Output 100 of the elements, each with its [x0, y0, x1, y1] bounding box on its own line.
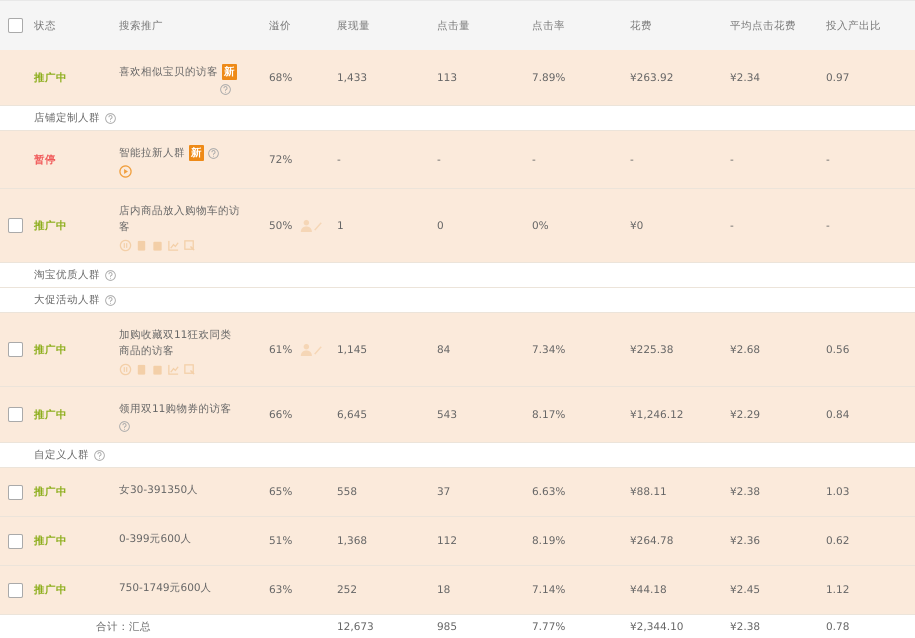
new-badge: 新	[189, 145, 204, 161]
metric-value: -	[437, 154, 441, 166]
person-edit-icon[interactable]	[298, 342, 324, 357]
metric-value: 0.56	[826, 344, 850, 356]
premium-value: 65%	[269, 486, 292, 498]
help-icon[interactable]	[94, 450, 105, 460]
metric-value: ¥2.29	[730, 408, 760, 420]
help-icon[interactable]	[119, 421, 130, 432]
column-header: 搜索推广	[118, 18, 164, 32]
total-value: 7.77%	[532, 620, 566, 632]
metric-value: ¥263.92	[630, 72, 674, 84]
metric-value: 84	[437, 344, 450, 356]
metric-value: 558	[337, 486, 358, 498]
new-badge: 新	[222, 64, 237, 80]
total-value: ¥2.38	[730, 620, 760, 632]
help-icon[interactable]	[208, 148, 219, 158]
metric-value: ¥2.45	[730, 584, 760, 596]
audience-name: 750-1749元600人	[119, 581, 212, 596]
column-header: 展现量	[336, 18, 371, 32]
metric-value: 112	[437, 535, 458, 547]
metric-value: 543	[437, 408, 458, 420]
metric-value: 0.97	[826, 72, 850, 84]
metric-value: ¥88.11	[630, 486, 667, 498]
metric-value: -	[630, 154, 634, 166]
metric-value: ¥44.18	[630, 584, 667, 596]
metric-value: -	[532, 154, 536, 166]
pause-icon[interactable]	[119, 239, 132, 252]
play-icon[interactable]	[119, 165, 132, 178]
status-label: 推广中	[34, 218, 67, 232]
metric-value: -	[337, 154, 341, 166]
help-icon[interactable]	[105, 112, 116, 124]
premium-value: 66%	[269, 408, 292, 420]
column-header: 状态	[33, 18, 57, 32]
metric-value: -	[730, 220, 734, 232]
status-label: 暂停	[34, 152, 56, 166]
metric-value: ¥264.78	[630, 535, 674, 547]
chart-icon[interactable]	[167, 363, 180, 376]
metric-value: 1.03	[826, 486, 850, 498]
chart-icon[interactable]	[167, 239, 180, 252]
metric-value: 0%	[532, 220, 549, 232]
total-value: 0.78	[826, 620, 850, 632]
metric-value: ¥225.38	[630, 344, 674, 356]
document-icon[interactable]	[151, 363, 164, 376]
person-edit-icon[interactable]	[298, 218, 324, 233]
status-label: 推广中	[34, 485, 67, 499]
metric-value: 1.12	[826, 584, 850, 596]
audience-name: 女30-391350人	[119, 483, 198, 498]
metric-value: 252	[337, 584, 358, 596]
status-label: 推广中	[34, 534, 67, 548]
status-label: 推广中	[34, 342, 67, 356]
metric-value: 1,145	[337, 344, 368, 356]
checkbox[interactable]	[8, 18, 22, 33]
pause-icon[interactable]	[119, 363, 132, 376]
premium-value: 72%	[269, 154, 292, 166]
metric-value: 8.19%	[532, 535, 566, 547]
help-icon[interactable]	[105, 270, 116, 280]
group-label: 店铺定制人群	[34, 111, 100, 125]
premium-value: 61%	[269, 344, 292, 356]
premium-value: 68%	[269, 72, 292, 84]
status-label: 推广中	[34, 70, 67, 84]
document-icon[interactable]	[135, 239, 148, 252]
report-icon[interactable]	[183, 239, 196, 252]
metric-value: 113	[437, 72, 458, 84]
checkbox[interactable]	[8, 407, 22, 422]
help-icon[interactable]	[220, 84, 231, 95]
metric-value: ¥2.38	[730, 486, 760, 498]
premium-value: 51%	[269, 535, 292, 547]
metric-value: -	[730, 154, 734, 166]
metric-value: 7.34%	[532, 344, 566, 356]
audience-name: 喜欢相似宝贝的访客	[119, 65, 218, 80]
column-header: 投入产出比	[825, 18, 882, 32]
checkbox[interactable]	[8, 484, 22, 500]
premium-value: 63%	[269, 584, 292, 596]
metric-value: 8.17%	[532, 408, 566, 420]
metric-value: 37	[437, 486, 450, 498]
checkbox[interactable]	[8, 582, 22, 598]
status-label: 推广中	[34, 408, 67, 422]
metric-value: 1,368	[337, 535, 368, 547]
column-header: 点击率	[531, 18, 566, 32]
help-icon[interactable]	[105, 294, 116, 306]
metric-value: 1,433	[337, 72, 368, 84]
column-header: 点击量	[436, 18, 471, 32]
total-value: 12,673	[337, 620, 374, 632]
metric-value: 6,645	[337, 408, 368, 420]
document-icon[interactable]	[135, 363, 148, 376]
group-label: 自定义人群	[34, 448, 89, 462]
checkbox[interactable]	[8, 342, 22, 357]
checkbox[interactable]	[8, 534, 22, 548]
metric-value: -	[826, 220, 830, 232]
audience-name: 0-399元600人	[119, 532, 192, 547]
report-icon[interactable]	[183, 363, 196, 376]
total-label: 合计：汇总	[96, 620, 151, 632]
group-label: 大促活动人群	[34, 293, 100, 307]
audience-name: 智能拉新人群	[119, 146, 185, 161]
metric-value: 1	[337, 220, 344, 232]
metric-value: ¥2.36	[730, 535, 760, 547]
checkbox[interactable]	[8, 218, 22, 233]
metric-value: 7.89%	[532, 72, 566, 84]
metric-value: 6.63%	[532, 486, 566, 498]
document-icon[interactable]	[151, 239, 164, 252]
